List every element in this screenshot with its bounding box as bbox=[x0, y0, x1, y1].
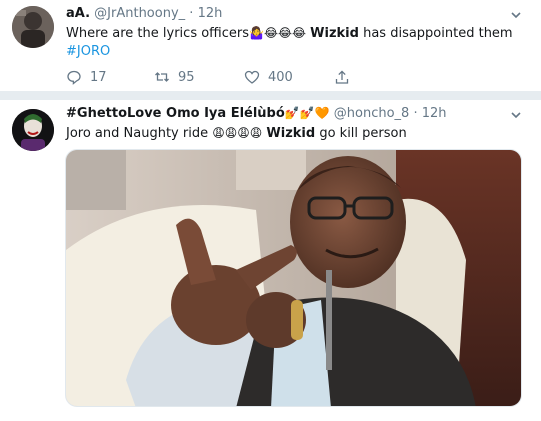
tweet-header: #GhettoLove Omo Iya Elélùbó💅💅🧡 @honcho_8… bbox=[66, 105, 447, 122]
chevron-down-icon[interactable] bbox=[509, 8, 523, 22]
tweet-photo[interactable] bbox=[65, 149, 522, 407]
display-name[interactable]: aA. bbox=[66, 6, 90, 21]
tweet-text-part1: Where are the lyrics officers bbox=[66, 26, 250, 41]
retweet-count: 95 bbox=[178, 69, 195, 85]
like-count: 400 bbox=[268, 69, 293, 85]
name-emojis: 💅💅🧡 bbox=[284, 106, 330, 120]
tweet-text: Joro and Naughty ride 😩😩😩😩 Wizkid go kil… bbox=[66, 124, 407, 143]
timestamp[interactable]: 12h bbox=[198, 6, 223, 21]
user-handle[interactable]: @JrAnthoony_ bbox=[94, 6, 185, 21]
share-button[interactable] bbox=[334, 67, 350, 87]
reply-icon bbox=[67, 70, 81, 85]
avatar[interactable] bbox=[12, 6, 54, 48]
reply-count: 17 bbox=[90, 69, 107, 85]
like-button[interactable]: 400 bbox=[244, 67, 293, 87]
tweet-text: Where are the lyrics officers🤷‍♀️😂😂😂 Wiz… bbox=[66, 24, 513, 61]
retweet-icon bbox=[155, 72, 169, 82]
tweet-emojis: 😩😩😩😩 bbox=[212, 126, 263, 140]
separator-dot: · bbox=[413, 106, 418, 121]
mention-bold: Wizkid bbox=[310, 26, 359, 41]
tweet-text-part2: has disappointed them bbox=[363, 26, 513, 41]
chevron-down-icon[interactable] bbox=[509, 108, 523, 122]
separator-dot: · bbox=[189, 6, 194, 21]
photo-illustration bbox=[66, 150, 521, 406]
like-icon bbox=[244, 70, 260, 84]
tweet-2[interactable]: #GhettoLove Omo Iya Elélùbó💅💅🧡 @honcho_8… bbox=[0, 100, 541, 421]
hashtag-link[interactable]: #JORO bbox=[66, 44, 110, 59]
mention-bold: Wizkid bbox=[266, 126, 316, 141]
retweet-button[interactable]: 95 bbox=[154, 67, 195, 87]
avatar[interactable] bbox=[12, 109, 54, 151]
user-handle[interactable]: @honcho_8 bbox=[334, 106, 410, 121]
share-icon bbox=[335, 70, 349, 84]
tweet-emojis: 🤷‍♀️😂😂😂 bbox=[249, 26, 307, 40]
reply-button[interactable]: 17 bbox=[66, 67, 107, 87]
tweet-actions: 17 95 400 bbox=[66, 67, 446, 87]
tweet-text-part1: Joro and Naughty ride bbox=[66, 126, 209, 141]
display-name[interactable]: #GhettoLove Omo Iya Elélùbó bbox=[66, 106, 285, 121]
tweet-divider bbox=[0, 91, 541, 100]
timestamp[interactable]: 12h bbox=[422, 106, 447, 121]
tweet-1[interactable]: aA. @JrAnthoony_ · 12h Where are the lyr… bbox=[0, 0, 541, 91]
tweet-header: aA. @JrAnthoony_ · 12h bbox=[66, 6, 222, 22]
tweet-text-part2: go kill person bbox=[319, 126, 407, 141]
